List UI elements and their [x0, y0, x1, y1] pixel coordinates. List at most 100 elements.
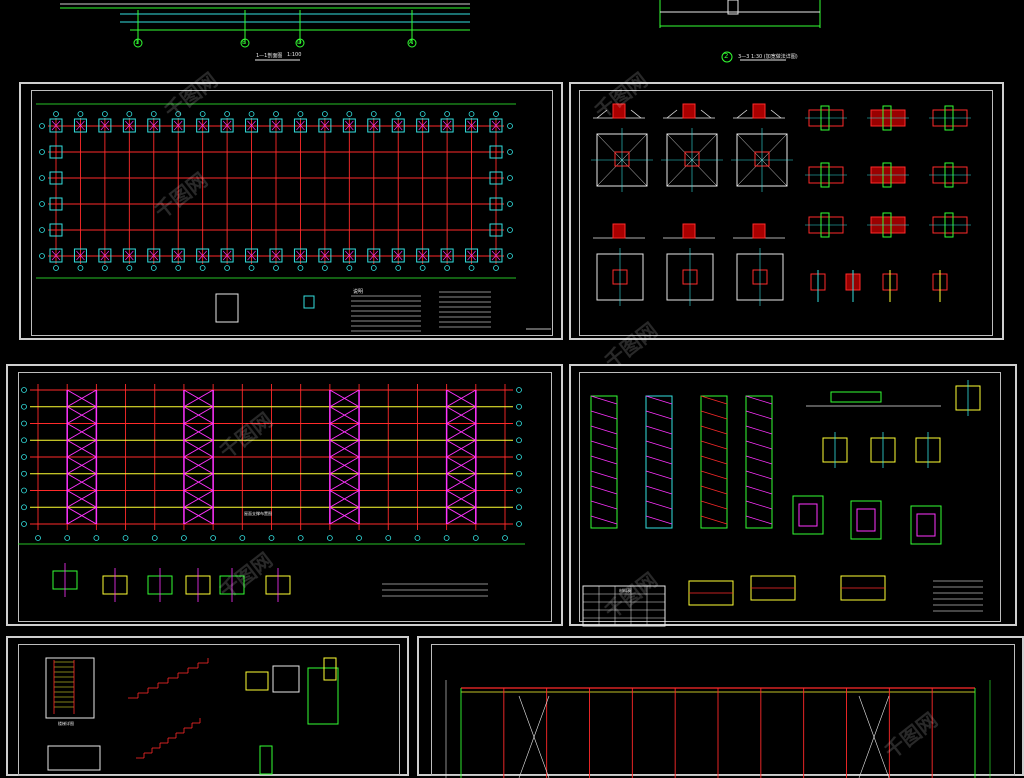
axis-bubble	[516, 420, 522, 427]
top-section-drawing	[60, 0, 821, 63]
axis-bubble	[346, 265, 353, 271]
axis-bubble	[77, 111, 84, 117]
axis-bubble	[248, 111, 255, 117]
footing-section	[770, 109, 782, 119]
axis-bubble	[21, 420, 27, 427]
axis-bubble	[419, 111, 426, 117]
axis-bubble	[175, 111, 182, 117]
axis-bubble	[181, 535, 187, 541]
top-axis-label: B	[242, 39, 247, 46]
stair-column	[323, 657, 337, 681]
axis-bubble	[516, 437, 522, 444]
elevation-drawing	[445, 680, 991, 778]
pier-section	[682, 103, 696, 119]
axis-bubble	[21, 470, 27, 477]
top-strip: 1 B D A 1—1剖面图 1:100 2 3—3 1:30 (加宽做法详图)	[0, 0, 1024, 68]
axis-bubble	[39, 201, 45, 207]
footing-section	[666, 109, 678, 119]
axis-bubble	[516, 521, 522, 527]
sheet-column-details[interactable]: 材料表	[569, 364, 1017, 627]
axis-bubble	[468, 265, 475, 271]
axis-bubble	[21, 437, 27, 444]
axis-bubble	[53, 111, 59, 117]
axis-bubble	[77, 265, 84, 271]
column-elevation	[645, 395, 673, 529]
lacing	[700, 500, 728, 510]
lacing	[700, 485, 728, 495]
lacing	[745, 470, 773, 480]
axis-bubble	[493, 111, 499, 117]
stair-details-drawing	[45, 657, 339, 775]
axis-bubble	[21, 387, 27, 393]
sheet-foundation-plan[interactable]: 说明	[19, 82, 563, 340]
axis-bubble	[268, 535, 275, 541]
axis-bubble	[224, 111, 231, 117]
axis-bubble	[321, 111, 328, 117]
footing-section	[700, 109, 712, 119]
axis-bubble	[395, 265, 402, 271]
roof-plan-title: 屋面支撑布置图	[244, 511, 272, 516]
axis-bubble	[419, 265, 426, 271]
axis-bubble	[493, 265, 499, 271]
lacing	[745, 455, 773, 465]
axis-bubble	[101, 111, 108, 117]
pier-section	[612, 223, 626, 239]
axis-bubble	[199, 111, 206, 117]
top-section-scale: 1:100	[287, 52, 302, 58]
axis-bubble	[385, 535, 392, 541]
pier-section	[682, 223, 696, 239]
axis-bubble	[468, 111, 475, 117]
axis-bubble	[297, 111, 304, 117]
axis-bubble	[273, 265, 279, 271]
lacing	[700, 470, 728, 480]
axis-bubble	[248, 265, 255, 271]
stair-landing	[47, 745, 101, 771]
axis-bubble	[21, 487, 27, 494]
column-elevation	[700, 395, 728, 529]
axis-bubble	[239, 535, 246, 541]
lacing	[590, 500, 618, 510]
axis-bubble	[21, 403, 27, 410]
lacing	[590, 455, 618, 465]
material-table-title: 材料表	[619, 588, 631, 593]
axis-bubble	[126, 265, 133, 271]
lacing	[645, 425, 673, 435]
axis-bubble	[516, 387, 522, 393]
lacing	[645, 470, 673, 480]
sheet-elevation[interactable]	[417, 636, 1024, 778]
lacing	[700, 440, 728, 450]
sheet-stair-details[interactable]: 楼梯详图	[6, 636, 409, 776]
axis-bubble	[199, 265, 206, 271]
splice-detail	[916, 513, 936, 537]
foundation-notes-title: 说明	[353, 289, 364, 295]
lacing	[645, 485, 673, 495]
sheet-roof-bracing[interactable]: 屋面支撑布置图	[6, 364, 563, 626]
roof-bracing-drawing	[18, 384, 525, 602]
footing-section	[596, 109, 608, 119]
stair-post	[259, 745, 273, 775]
lacing	[745, 395, 773, 405]
axis-bubble	[93, 535, 100, 541]
axis-bubble	[273, 111, 279, 117]
detail-box	[303, 295, 315, 309]
lacing	[745, 500, 773, 510]
sheet-foundation-details[interactable]	[569, 82, 1004, 340]
axis-bubble	[507, 149, 513, 155]
axis-bubble	[507, 227, 513, 233]
lacing	[645, 515, 673, 525]
axis-bubble	[516, 504, 522, 511]
lacing	[590, 425, 618, 435]
lacing	[590, 470, 618, 480]
axis-bubble	[39, 253, 45, 259]
top-section-title: 1—1剖面图	[256, 53, 283, 59]
axis-bubble	[150, 111, 157, 117]
axis-bubble	[346, 111, 353, 117]
foundation-plan-drawing	[36, 103, 551, 332]
stair-title: 楼梯详图	[58, 721, 74, 726]
pier-section	[752, 223, 766, 239]
pier-section	[612, 103, 626, 119]
axis-bubble	[21, 504, 27, 511]
column-details-drawing	[582, 380, 983, 627]
foundation-details-drawing	[591, 103, 971, 306]
splice-detail	[798, 503, 818, 527]
